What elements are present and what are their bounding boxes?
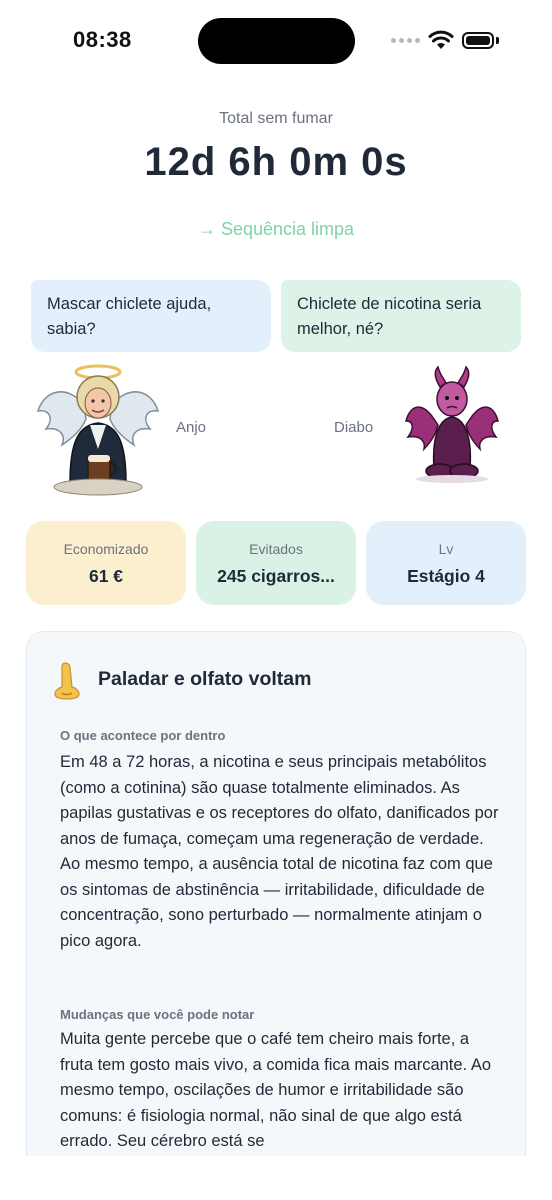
section-title: O que acontece por dentro — [60, 728, 226, 743]
devil-speech-bubble: Chiclete de nicotina seria melhor, né? — [281, 280, 521, 352]
stat-value: 245 cigarros... — [217, 566, 335, 586]
battery-icon — [462, 32, 494, 49]
stat-value: Estágio 4 — [407, 566, 485, 586]
smoke-free-counter: 12d 6h 0m 0s — [144, 140, 408, 184]
battery-tip — [496, 37, 499, 44]
section-text: Em 48 a 72 horas, a nicotina e seus prin… — [60, 753, 499, 950]
devil-name-label: Diabo — [334, 419, 374, 436]
angel-name-label: Anjo — [176, 419, 207, 436]
cellular-signal-icon — [391, 38, 420, 43]
nose-icon — [54, 662, 80, 700]
counter-label: Total sem fumar — [219, 110, 333, 127]
card-title: Paladar e olfato voltam — [98, 668, 312, 690]
angel-character-illustration[interactable] — [36, 363, 160, 497]
milestone-info-card[interactable]: Paladar e olfato voltam O que acontece p… — [26, 631, 526, 1191]
section-title: Mudanças que você pode notar — [60, 1007, 255, 1022]
stat-card-avoided[interactable]: Evitados 245 cigarros... — [196, 521, 356, 605]
streak-link[interactable]: → Sequência limpa — [0, 219, 552, 240]
status-time: 08:38 — [73, 27, 132, 52]
status-bar: 08:38 — [0, 0, 552, 84]
wifi-icon — [428, 30, 454, 49]
stat-label: Lv — [438, 541, 454, 557]
dynamic-island — [198, 18, 355, 64]
stat-card-level[interactable]: Lv Estágio 4 — [366, 521, 526, 605]
section-text: Muita gente percebe que o café tem cheir… — [60, 1030, 492, 1150]
stat-value: 61 € — [88, 566, 124, 586]
devil-character-illustration[interactable] — [404, 365, 500, 485]
stat-label: Economizado — [63, 541, 149, 557]
stat-card-saved[interactable]: Economizado 61 € — [26, 521, 186, 605]
angel-speech-bubble: Mascar chiclete ajuda, sabia? — [31, 280, 271, 352]
bottom-safe-area — [0, 1156, 552, 1200]
stat-label: Evitados — [249, 541, 303, 557]
